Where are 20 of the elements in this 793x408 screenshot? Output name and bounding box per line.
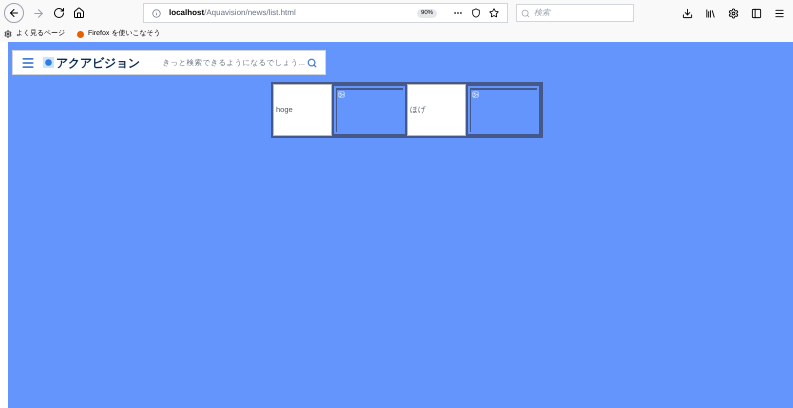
back-arrow-icon: [8, 7, 20, 19]
info-icon: [152, 8, 161, 18]
broken-image-icon: [338, 91, 345, 98]
back-button[interactable]: [4, 3, 24, 23]
logo-text: アクアビジョン: [56, 54, 140, 72]
star-icon[interactable]: [489, 8, 499, 18]
reload-icon[interactable]: [53, 7, 65, 19]
url-text: localhost/Aquavision/news/list.html: [169, 7, 296, 19]
broken-image-icon: [472, 91, 479, 98]
logo-icon: [43, 57, 54, 68]
download-icon[interactable]: [682, 8, 693, 18]
search-icon: [521, 8, 530, 18]
home-icon[interactable]: [73, 7, 85, 19]
sidebar-icon[interactable]: [751, 8, 762, 18]
search-placeholder: 検索: [534, 7, 550, 19]
menu-icon[interactable]: [774, 8, 785, 18]
gear-icon: [4, 30, 12, 38]
search-icon[interactable]: [307, 58, 317, 68]
browser-logo-icon: [77, 30, 84, 38]
library-icon[interactable]: [705, 8, 716, 18]
